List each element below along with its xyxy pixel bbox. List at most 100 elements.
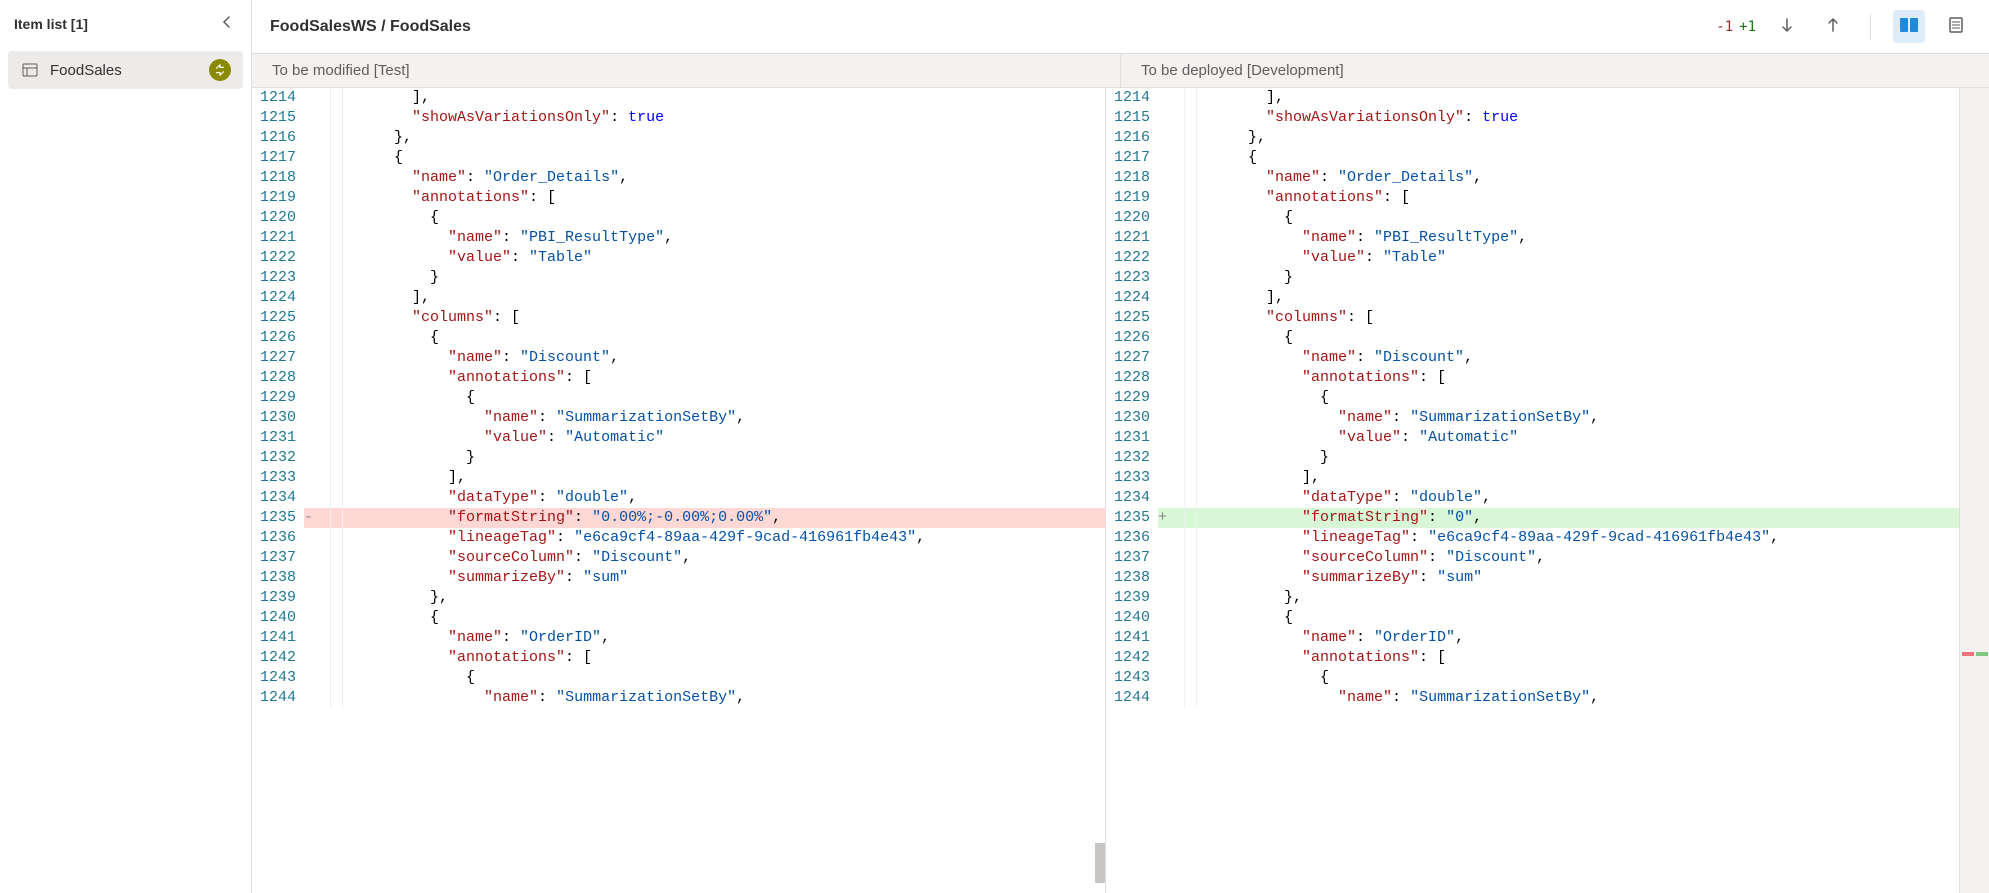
indent-guide bbox=[1172, 648, 1212, 668]
code-line[interactable]: 1224 ], bbox=[252, 288, 1105, 308]
indent-guide bbox=[318, 168, 358, 188]
sidebar-item-foodsales[interactable]: FoodSales bbox=[8, 51, 243, 89]
code-line[interactable]: 1230 "name": "SummarizationSetBy", bbox=[1106, 408, 1959, 428]
code-content: }, bbox=[358, 128, 1105, 148]
indent-guide bbox=[318, 668, 358, 688]
code-content: "name": "Order_Details", bbox=[358, 168, 1105, 188]
code-line[interactable]: 1236 "lineageTag": "e6ca9cf4-89aa-429f-9… bbox=[252, 528, 1105, 548]
code-line[interactable]: 1217 { bbox=[252, 148, 1105, 168]
indent-guide bbox=[1172, 388, 1212, 408]
line-number: 1217 bbox=[252, 148, 304, 168]
code-line[interactable]: 1227 "name": "Discount", bbox=[1106, 348, 1959, 368]
code-line[interactable]: 1238 "summarizeBy": "sum" bbox=[252, 568, 1105, 588]
side-by-side-view-button[interactable] bbox=[1893, 10, 1925, 43]
diff-marker bbox=[304, 88, 318, 108]
code-line[interactable]: 1232 } bbox=[1106, 448, 1959, 468]
diff-marker bbox=[1158, 588, 1172, 608]
code-line[interactable]: 1224 ], bbox=[1106, 288, 1959, 308]
code-line[interactable]: 1236 "lineageTag": "e6ca9cf4-89aa-429f-9… bbox=[1106, 528, 1959, 548]
code-line[interactable]: 1214 ], bbox=[1106, 88, 1959, 108]
code-line[interactable]: 1225 "columns": [ bbox=[252, 308, 1105, 328]
code-line[interactable]: 1219 "annotations": [ bbox=[1106, 188, 1959, 208]
next-diff-button[interactable] bbox=[1772, 10, 1802, 43]
indent-guide bbox=[1172, 208, 1212, 228]
indent-guide bbox=[1172, 408, 1212, 428]
code-line[interactable]: 1233 ], bbox=[252, 468, 1105, 488]
line-number: 1227 bbox=[252, 348, 304, 368]
code-line[interactable]: 1214 ], bbox=[252, 88, 1105, 108]
diff-marker bbox=[304, 308, 318, 328]
code-line[interactable]: 1233 ], bbox=[1106, 468, 1959, 488]
code-line[interactable]: 1221 "name": "PBI_ResultType", bbox=[252, 228, 1105, 248]
code-line[interactable]: 1242 "annotations": [ bbox=[252, 648, 1105, 668]
scrollbar-thumb[interactable] bbox=[1095, 843, 1105, 883]
code-line[interactable]: 1241 "name": "OrderID", bbox=[252, 628, 1105, 648]
line-number: 1219 bbox=[1106, 188, 1158, 208]
inline-view-button[interactable] bbox=[1941, 10, 1971, 43]
code-line[interactable]: 1222 "value": "Table" bbox=[252, 248, 1105, 268]
code-line[interactable]: 1244 "name": "SummarizationSetBy", bbox=[1106, 688, 1959, 708]
code-line[interactable]: 1227 "name": "Discount", bbox=[252, 348, 1105, 368]
code-line[interactable]: 1234 "dataType": "double", bbox=[1106, 488, 1959, 508]
prev-diff-button[interactable] bbox=[1818, 10, 1848, 43]
code-line[interactable]: 1243 { bbox=[252, 668, 1105, 688]
left-code-pane[interactable]: 1214 ],1215 "showAsVariationsOnly": true… bbox=[252, 88, 1106, 893]
code-line[interactable]: 1223 } bbox=[252, 268, 1105, 288]
code-line[interactable]: 1244 "name": "SummarizationSetBy", bbox=[252, 688, 1105, 708]
indent-guide bbox=[318, 328, 358, 348]
indent-guide bbox=[318, 348, 358, 368]
code-line[interactable]: 1216 }, bbox=[1106, 128, 1959, 148]
code-line[interactable]: 1217 { bbox=[1106, 148, 1959, 168]
code-line[interactable]: 1222 "value": "Table" bbox=[1106, 248, 1959, 268]
diff-marker bbox=[304, 468, 318, 488]
code-line[interactable]: 1229 { bbox=[1106, 388, 1959, 408]
line-number: 1232 bbox=[1106, 448, 1158, 468]
code-line[interactable]: 1235- "formatString": "0.00%;-0.00%;0.00… bbox=[252, 508, 1105, 528]
code-line[interactable]: 1234 "dataType": "double", bbox=[252, 488, 1105, 508]
code-line[interactable]: 1229 { bbox=[252, 388, 1105, 408]
code-line[interactable]: 1223 } bbox=[1106, 268, 1959, 288]
code-line[interactable]: 1218 "name": "Order_Details", bbox=[252, 168, 1105, 188]
line-number: 1224 bbox=[1106, 288, 1158, 308]
code-content: { bbox=[1212, 668, 1959, 688]
code-line[interactable]: 1231 "value": "Automatic" bbox=[1106, 428, 1959, 448]
code-line[interactable]: 1215 "showAsVariationsOnly": true bbox=[1106, 108, 1959, 128]
code-line[interactable]: 1228 "annotations": [ bbox=[252, 368, 1105, 388]
code-line[interactable]: 1226 { bbox=[252, 328, 1105, 348]
code-line[interactable]: 1216 }, bbox=[252, 128, 1105, 148]
code-line[interactable]: 1237 "sourceColumn": "Discount", bbox=[1106, 548, 1959, 568]
code-line[interactable]: 1241 "name": "OrderID", bbox=[1106, 628, 1959, 648]
code-line[interactable]: 1240 { bbox=[1106, 608, 1959, 628]
code-line[interactable]: 1240 { bbox=[252, 608, 1105, 628]
code-line[interactable]: 1231 "value": "Automatic" bbox=[252, 428, 1105, 448]
code-line[interactable]: 1232 } bbox=[252, 448, 1105, 468]
code-line[interactable]: 1239 }, bbox=[252, 588, 1105, 608]
code-line[interactable]: 1221 "name": "PBI_ResultType", bbox=[1106, 228, 1959, 248]
indent-guide bbox=[1172, 448, 1212, 468]
code-line[interactable]: 1237 "sourceColumn": "Discount", bbox=[252, 548, 1105, 568]
line-number: 1231 bbox=[252, 428, 304, 448]
code-line[interactable]: 1220 { bbox=[1106, 208, 1959, 228]
code-line[interactable]: 1230 "name": "SummarizationSetBy", bbox=[252, 408, 1105, 428]
code-line[interactable]: 1235+ "formatString": "0", bbox=[1106, 508, 1959, 528]
overview-ruler[interactable] bbox=[1959, 88, 1989, 893]
diff-marker bbox=[304, 188, 318, 208]
diff-marker bbox=[304, 528, 318, 548]
code-line[interactable]: 1219 "annotations": [ bbox=[252, 188, 1105, 208]
code-line[interactable]: 1225 "columns": [ bbox=[1106, 308, 1959, 328]
code-line[interactable]: 1215 "showAsVariationsOnly": true bbox=[252, 108, 1105, 128]
code-line[interactable]: 1239 }, bbox=[1106, 588, 1959, 608]
code-content: "annotations": [ bbox=[1212, 368, 1959, 388]
diff-marker bbox=[304, 228, 318, 248]
code-line[interactable]: 1226 { bbox=[1106, 328, 1959, 348]
code-line[interactable]: 1238 "summarizeBy": "sum" bbox=[1106, 568, 1959, 588]
code-line[interactable]: 1228 "annotations": [ bbox=[1106, 368, 1959, 388]
code-line[interactable]: 1243 { bbox=[1106, 668, 1959, 688]
collapse-sidebar-button[interactable] bbox=[215, 10, 239, 37]
right-code-pane[interactable]: 1214 ],1215 "showAsVariationsOnly": true… bbox=[1106, 88, 1959, 893]
code-line[interactable]: 1218 "name": "Order_Details", bbox=[1106, 168, 1959, 188]
diff-marker bbox=[1158, 288, 1172, 308]
code-line[interactable]: 1220 { bbox=[252, 208, 1105, 228]
code-content: "value": "Table" bbox=[358, 248, 1105, 268]
code-line[interactable]: 1242 "annotations": [ bbox=[1106, 648, 1959, 668]
